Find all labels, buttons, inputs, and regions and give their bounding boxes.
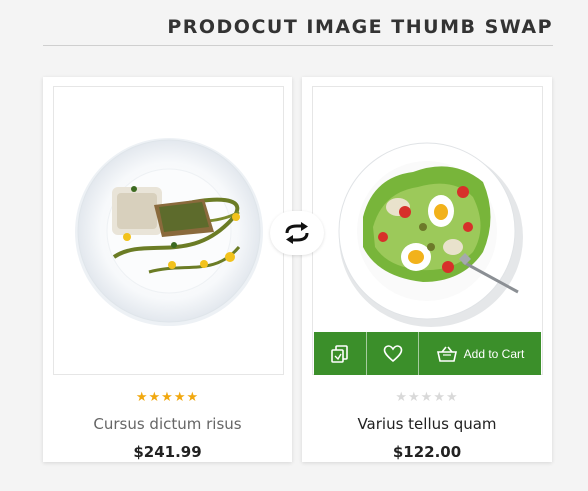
star-icon: ★: [445, 389, 459, 404]
star-icon: ★: [186, 389, 200, 404]
title-divider: [43, 45, 553, 46]
wishlist-button[interactable]: [367, 332, 419, 375]
product-price: $122.00: [392, 443, 462, 461]
swap-arrows-icon: [285, 222, 309, 244]
star-icon: ★: [420, 389, 434, 404]
add-to-cart-button[interactable]: Add to Cart: [419, 332, 541, 375]
compare-button[interactable]: [314, 332, 367, 375]
star-icon: ★: [433, 389, 446, 404]
star-icon: ★: [408, 389, 421, 404]
star-icon: ★: [148, 389, 162, 404]
product-name[interactable]: Cursus dictum risus: [43, 415, 292, 433]
star-icon: ★: [135, 389, 149, 404]
star-icon: ★: [161, 389, 174, 404]
product-name[interactable]: Varius tellus quam: [302, 415, 552, 433]
heart-icon: [383, 344, 402, 362]
rating-stars: ★★★★★: [43, 389, 292, 405]
product-price: $241.99: [133, 443, 202, 461]
rating-stars: ★★★★★: [302, 389, 552, 405]
basket-icon: [436, 346, 457, 362]
product-card-2[interactable]: Add to Cart ★★★★★ Varius tellus quam $12…: [302, 77, 552, 462]
image-swap-button[interactable]: [270, 211, 324, 255]
star-icon: ★: [173, 389, 187, 404]
compare-icon: [331, 344, 348, 363]
product-image-1[interactable]: [53, 86, 284, 375]
product-card-1[interactable]: ★★★★★ Cursus dictum risus $241.99: [43, 77, 292, 462]
product-action-bar: Add to Cart: [314, 332, 541, 375]
section-title: PRODOCUT IMAGE THUMB SWAP: [167, 16, 553, 38]
add-to-cart-label: Add to Cart: [463, 346, 525, 361]
star-icon: ★: [395, 389, 409, 404]
